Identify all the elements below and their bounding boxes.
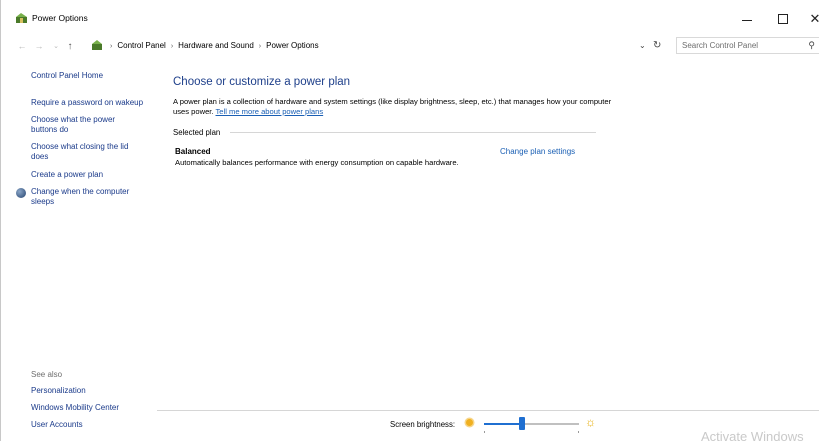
breadcrumb: › Control Panel › Hardware and Sound › Power …: [105, 41, 319, 50]
search-input[interactable]: [682, 38, 800, 52]
selected-plan-heading: Selected plan: [173, 128, 221, 137]
see-also-mobility-center[interactable]: Windows Mobility Center: [31, 403, 119, 413]
control-panel-location-icon: [92, 40, 102, 50]
power-settings-shield-icon: [16, 188, 26, 198]
slider-tick: [484, 431, 485, 433]
title-bar: Power Options ✕: [1, 0, 819, 36]
close-button[interactable]: ✕: [801, 8, 819, 30]
address-dropdown-chevron-icon[interactable]: ⌄: [639, 41, 646, 50]
search-icon[interactable]: ⚲: [808, 40, 815, 51]
search-box[interactable]: ⚲: [676, 37, 819, 54]
selected-plan-divider: [230, 132, 596, 133]
sidebar-item-power-buttons[interactable]: Choose what the power buttons do: [31, 115, 143, 135]
screen-brightness-label: Screen brightness:: [390, 420, 456, 429]
plan-description: Automatically balances performance with …: [175, 158, 459, 167]
breadcrumb-chevron-icon[interactable]: ›: [110, 43, 112, 50]
breadcrumb-control-panel[interactable]: Control Panel: [117, 41, 165, 50]
sidebar-item-create-power-plan[interactable]: Create a power plan: [31, 170, 103, 180]
sidebar-item-closing-lid[interactable]: Choose what closing the lid does: [31, 142, 143, 162]
power-options-window: Power Options ✕ ← → ⌄ ↑ › Control Panel › H…: [0, 0, 819, 444]
breadcrumb-chevron-icon[interactable]: ›: [171, 43, 173, 50]
see-also-personalization[interactable]: Personalization: [31, 386, 86, 396]
sidebar-item-change-sleep[interactable]: Change when the computer sleeps: [31, 187, 146, 207]
forward-arrow-icon[interactable]: →: [32, 39, 46, 53]
window-title: Power Options: [32, 13, 88, 23]
plan-name: Balanced: [175, 147, 211, 156]
maximize-button[interactable]: [769, 8, 797, 30]
breadcrumb-chevron-icon[interactable]: ›: [259, 43, 261, 50]
breadcrumb-power-options[interactable]: Power Options: [266, 41, 318, 50]
bright-sun-icon: ☼: [585, 415, 596, 429]
recent-locations-chevron-icon[interactable]: ⌄: [49, 39, 63, 53]
page-description: A power plan is a collection of hardware…: [173, 97, 613, 116]
brightness-slider-fill: [484, 423, 522, 425]
breadcrumb-hardware-and-sound[interactable]: Hardware and Sound: [178, 41, 254, 50]
back-arrow-icon[interactable]: ←: [15, 39, 29, 53]
minimize-button[interactable]: [733, 8, 761, 30]
minimize-icon: [742, 19, 752, 21]
bottom-divider: [157, 410, 819, 411]
see-also-heading: See also: [31, 370, 63, 379]
maximize-icon: [778, 14, 788, 24]
see-also-user-accounts[interactable]: User Accounts: [31, 420, 83, 430]
sidebar-item-require-password[interactable]: Require a password on wakeup: [31, 98, 143, 108]
activate-windows-watermark: Activate Windows: [701, 429, 804, 444]
change-plan-settings-link[interactable]: Change plan settings: [500, 147, 575, 156]
learn-more-link[interactable]: Tell me more about power plans: [216, 107, 324, 116]
slider-tick: [578, 431, 579, 433]
brightness-slider[interactable]: [484, 417, 579, 433]
up-arrow-icon[interactable]: ↑: [63, 39, 77, 53]
close-icon: ✕: [809, 11, 819, 26]
page-title: Choose or customize a power plan: [173, 76, 351, 88]
refresh-icon[interactable]: ↻: [653, 40, 661, 51]
sidebar-control-panel-home[interactable]: Control Panel Home: [31, 71, 103, 81]
dim-sun-icon: [466, 419, 473, 426]
brightness-slider-thumb[interactable]: [519, 417, 525, 430]
power-options-app-icon: [16, 13, 27, 23]
